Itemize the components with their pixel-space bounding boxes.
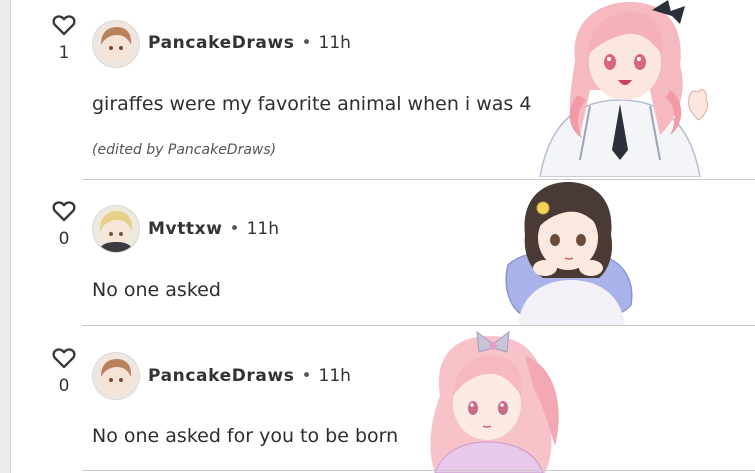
username[interactable]: PancakeDraws <box>148 33 295 53</box>
heart-icon[interactable] <box>52 347 76 369</box>
meta-separator: • <box>301 33 312 53</box>
character-sticker <box>503 180 638 325</box>
meta-separator: • <box>229 219 240 239</box>
avatar[interactable] <box>92 205 140 253</box>
heart-icon[interactable] <box>52 14 76 36</box>
comment-meta: Mvttxw • 11h <box>148 219 279 239</box>
comment-text: No one asked <box>92 279 221 301</box>
like-control[interactable]: 0 <box>52 200 76 249</box>
avatar[interactable] <box>92 20 140 68</box>
like-control[interactable]: 0 <box>52 347 76 396</box>
meta-separator: • <box>301 366 312 386</box>
comment-text: No one asked for you to be born <box>92 425 399 447</box>
username[interactable]: PancakeDraws <box>148 366 295 386</box>
comment: 0 Mvttxw • 11h No one asked <box>10 180 755 325</box>
like-count: 1 <box>58 43 70 63</box>
like-control[interactable]: 1 <box>52 14 76 63</box>
avatar[interactable] <box>92 352 140 400</box>
comment-text: giraffes were my favorite animal when i … <box>92 93 532 115</box>
comment: 0 PancakeDraws • 11h No one asked for you … <box>10 326 755 473</box>
comment-divider <box>82 470 755 471</box>
edited-note: (edited by PancakeDraws) <box>92 142 277 158</box>
timestamp: 11h <box>318 366 351 386</box>
character-sticker <box>415 326 575 473</box>
comment: 1 PancakeDraws • 11h giraffes were my favo… <box>10 0 755 179</box>
comment-meta: PancakeDraws • 11h <box>148 366 351 386</box>
like-count: 0 <box>58 376 70 396</box>
heart-icon[interactable] <box>52 200 76 222</box>
comment-meta: PancakeDraws • 11h <box>148 33 351 53</box>
character-sticker <box>520 0 720 177</box>
like-count: 0 <box>58 229 70 249</box>
timestamp: 11h <box>318 33 351 53</box>
timestamp: 11h <box>246 219 279 239</box>
username[interactable]: Mvttxw <box>148 219 223 239</box>
